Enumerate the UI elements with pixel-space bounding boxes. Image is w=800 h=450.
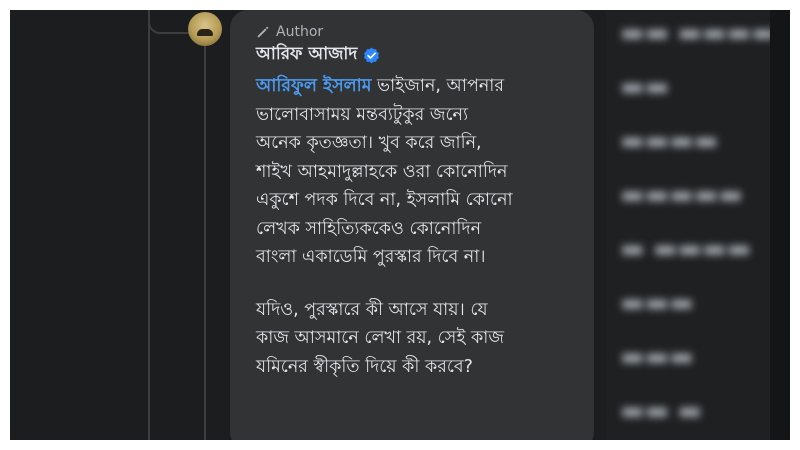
thread-line-outer: [148, 10, 150, 440]
verified-check-icon: [364, 47, 380, 63]
comment-line-1: আরিফুল ইসলাম ভাইজান, আপনার: [256, 72, 586, 101]
comment-line-4: শাইখ আহমাদুল্লাহকে ওরা কোনোদিন: [256, 161, 508, 182]
comment-line-9: কাজ আসমানে লেখা রয়, সেই কাজ: [256, 328, 504, 348]
screenshot-frame: Author আরিফ আজাদ আরিফুল ইসলাম ভাইজান, আপ…: [10, 10, 790, 440]
author-badge: Author: [256, 22, 323, 42]
comment-line-10: যমিনের স্বীকৃতি দিয়ে কী করবে?: [256, 356, 473, 377]
comment-line-8: যদিও, পুরস্কারে কী আসে যায়। যে: [256, 299, 488, 320]
thread-line-inner: [204, 46, 206, 440]
author-name[interactable]: আরিফ আজাদ: [256, 41, 357, 69]
comment-line-7: বাংলা একাডেমি পুরস্কার দিবে না।: [256, 247, 486, 267]
avatar-figure: [197, 29, 213, 36]
comment-line-1-text: ভাইজান, আপনার: [371, 76, 504, 96]
comment-line-5: একুশে পদক দিবে না, ইসলামি কোনো: [256, 190, 513, 210]
blurred-background-panel: ▬▬ ▬▬▬▬ ▬▬ ▬▬▬▬ ▬▬▬▬▬ ▬ ▬▬▬▬ ▬▬▬ ▬▬▬ ▬▬ …: [606, 10, 790, 440]
right-edge-bar: [770, 10, 790, 440]
pencil-icon: [257, 26, 269, 38]
comment-line-2: ভালোবাসাময় মন্তব্যটুকুর জন্যে: [256, 104, 469, 125]
blurred-background-text: ▬▬ ▬▬▬▬ ▬▬ ▬▬▬▬ ▬▬▬▬▬ ▬ ▬▬▬▬ ▬▬▬ ▬▬▬ ▬▬ …: [620, 18, 776, 426]
mention-link[interactable]: আরিফুল ইসলাম: [256, 76, 371, 96]
comment-line-3: অনেক কৃতজ্ঞতা। খুব করে জানি,: [256, 133, 482, 153]
avatar[interactable]: [188, 12, 222, 46]
comment-text: আরিফুল ইসলাম ভাইজান, আপনার ভালোবাসাময় ম…: [256, 72, 586, 381]
author-badge-label: Author: [276, 24, 324, 40]
author-name-row: আরিফ আজাদ: [256, 42, 380, 68]
comment-line-6: লেখক সাহিত্যিককেও কোনোদিন: [256, 218, 482, 239]
